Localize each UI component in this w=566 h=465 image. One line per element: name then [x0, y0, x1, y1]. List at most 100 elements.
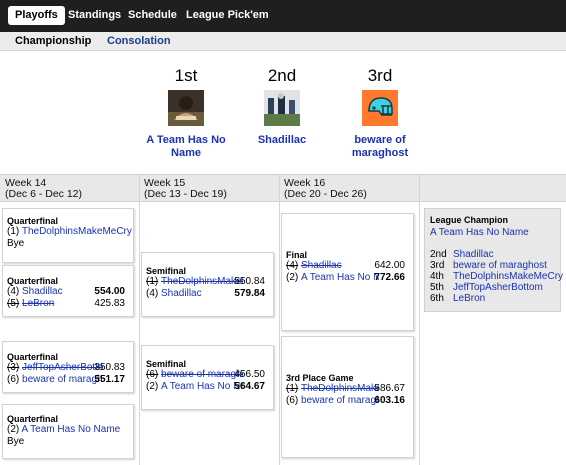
team-link[interactable]: A Team Has No Name [301, 272, 379, 284]
second-place-team[interactable]: Shadillac [232, 134, 332, 147]
matchup-title: Quarterfinal [7, 352, 59, 362]
team-link[interactable]: JeffTopAsherBottom [22, 362, 103, 374]
first-place-team[interactable]: A Team Has No Name [136, 134, 236, 160]
rank-place: 5th [430, 282, 444, 293]
quarterfinal-2: Quarterfinal (4) Shadillac 554.00 (5) Le… [2, 265, 134, 317]
matchup-team-row: (6) beware of maraghost 603.16 [286, 395, 409, 407]
team-link[interactable]: TheDolphinsMakeMeCry [161, 276, 243, 288]
matchup-title: Quarterfinal [7, 414, 59, 424]
week-dates: (Dec 6 - Dec 12) [5, 188, 83, 200]
tab-schedule[interactable]: Schedule [128, 6, 177, 25]
team-score: 564.67 [234, 381, 265, 392]
team-link[interactable]: A Team Has No Name [161, 381, 243, 393]
team-link[interactable]: A Team Has No Name [21, 424, 120, 435]
rank-team-link[interactable]: TheDolphinsMakeMeCry [453, 271, 563, 282]
podium-first: 1st A Team Has No Name [136, 66, 236, 160]
champion-title: League Champion [430, 215, 509, 225]
place-label: 2nd [267, 66, 297, 85]
team-link[interactable]: Shadillac [301, 260, 342, 271]
final-rank-row: 2nd Shadillac [430, 249, 555, 260]
team-avatar[interactable] [264, 90, 300, 126]
team-seed: (2) [146, 381, 159, 392]
final-rank-row: 6th LeBron [430, 293, 555, 304]
team-score: 772.66 [374, 272, 405, 283]
matchup-title: Quarterfinal [7, 216, 59, 226]
team-link[interactable]: Shadillac [22, 286, 63, 297]
week-15-header: Week 15 (Dec 13 - Dec 19) [144, 178, 227, 200]
team-seed: (4) [146, 288, 159, 299]
team-link[interactable]: TheDolphinsMakeMeCry [22, 226, 132, 237]
team-avatar[interactable] [168, 90, 204, 126]
matchup-team-row: (2) A Team Has No Name [7, 424, 129, 436]
rank-place: 3rd [430, 260, 445, 271]
team-link[interactable]: LeBron [22, 298, 54, 309]
final-rank-row: 3rd beware of maraghost [430, 260, 555, 271]
helmet-icon[interactable] [362, 90, 398, 126]
bye-label: Bye [7, 238, 25, 249]
matchup-team-row: (1) TheDolphinsMakeMeCry [7, 226, 132, 238]
quarterfinal-4: Quarterfinal (2) A Team Has No Name Bye [2, 404, 134, 459]
team-link[interactable]: beware of maraghost [301, 395, 379, 407]
team-seed: (4) [286, 260, 299, 271]
matchup-team-row: (4) Shadillac 579.84 [146, 288, 269, 300]
sub-nav: Championship Consolation [0, 32, 566, 51]
team-score: 586.67 [374, 383, 405, 394]
matchup-team-row: (3) JeffTopAsherBottom 350.83 [7, 362, 129, 374]
team-seed: (1) [7, 226, 20, 237]
matchup-team-row: (1) TheDolphinsMakeMeCry 586.67 [286, 383, 409, 395]
team-seed: (1) [286, 383, 299, 394]
rank-team-link[interactable]: beware of maraghost [453, 260, 547, 271]
team-link[interactable]: beware of maraghost [161, 369, 243, 381]
column-divider [419, 174, 420, 465]
matchup-team-row: (2) A Team Has No Name 772.66 [286, 272, 409, 284]
team-score: 579.84 [234, 288, 265, 299]
final-rank-row: 4th TheDolphinsMakeMeCry [430, 271, 563, 282]
team-seed: (6) [7, 374, 20, 385]
semifinal-1: Semifinal (1) TheDolphinsMakeMeCry 550.8… [141, 252, 274, 317]
team-score: 642.00 [374, 260, 405, 271]
rank-team-link[interactable]: Shadillac [453, 249, 494, 260]
matchup-team-row: (2) A Team Has No Name 564.67 [146, 381, 269, 393]
team-link[interactable]: TheDolphinsMakeMeCry [301, 383, 379, 395]
week-dates: (Dec 20 - Dec 26) [284, 188, 367, 200]
week-header-row: Week 14 (Dec 6 - Dec 12) Week 15 (Dec 13… [0, 174, 566, 202]
matchup-title: Semifinal [146, 359, 187, 369]
tab-championship[interactable]: Championship [15, 35, 91, 47]
team-seed: (6) [146, 369, 159, 380]
tab-standings[interactable]: Standings [68, 6, 121, 25]
team-seed: (2) [7, 424, 20, 435]
final-matchup: Final (4) Shadillac 642.00 (2) A Team Ha… [281, 213, 414, 331]
place-label: 1st [174, 66, 198, 85]
team-score: 550.84 [234, 276, 265, 287]
matchup-team-row: (4) Shadillac 554.00 [7, 286, 129, 298]
team-seed: (4) [7, 286, 20, 297]
rank-place: 6th [430, 293, 444, 304]
place-label: 3rd [367, 66, 393, 85]
team-link[interactable]: beware of maraghost [22, 374, 103, 386]
team-seed: (5) [7, 298, 20, 309]
tab-league-pickem[interactable]: League Pick'em [186, 6, 269, 25]
team-seed: (3) [7, 362, 20, 373]
quarterfinal-3: Quarterfinal (3) JeffTopAsherBottom 350.… [2, 341, 134, 393]
column-divider [139, 174, 140, 465]
third-place-matchup: 3rd Place Game (1) TheDolphinsMakeMeCry … [281, 336, 414, 458]
matchup-team-row: (4) Shadillac 642.00 [286, 260, 409, 272]
podium-second: 2nd Shadillac [232, 66, 332, 147]
tab-consolation[interactable]: Consolation [107, 35, 171, 47]
top-nav: Playoffs Standings Schedule League Pick'… [0, 0, 566, 32]
team-seed: (6) [286, 395, 299, 406]
rank-team-link[interactable]: LeBron [453, 293, 485, 304]
matchup-title: Semifinal [146, 266, 187, 276]
champion-team-link[interactable]: A Team Has No Name [430, 227, 555, 239]
tab-playoffs[interactable]: Playoffs [8, 6, 65, 25]
rank-team-link[interactable]: JeffTopAsherBottom [453, 282, 543, 293]
quarterfinal-1: Quarterfinal (1) TheDolphinsMakeMeCry By… [2, 208, 134, 263]
rank-place: 4th [430, 271, 444, 282]
team-link[interactable]: Shadillac [161, 288, 202, 299]
team-seed: (1) [146, 276, 159, 287]
third-place-team[interactable]: beware of maraghost [330, 134, 430, 160]
matchup-team-row: (6) beware of maraghost 456.50 [146, 369, 269, 381]
semifinal-2: Semifinal (6) beware of maraghost 456.50… [141, 345, 274, 410]
team-seed: (2) [286, 272, 299, 283]
team-score: 350.83 [94, 362, 125, 373]
